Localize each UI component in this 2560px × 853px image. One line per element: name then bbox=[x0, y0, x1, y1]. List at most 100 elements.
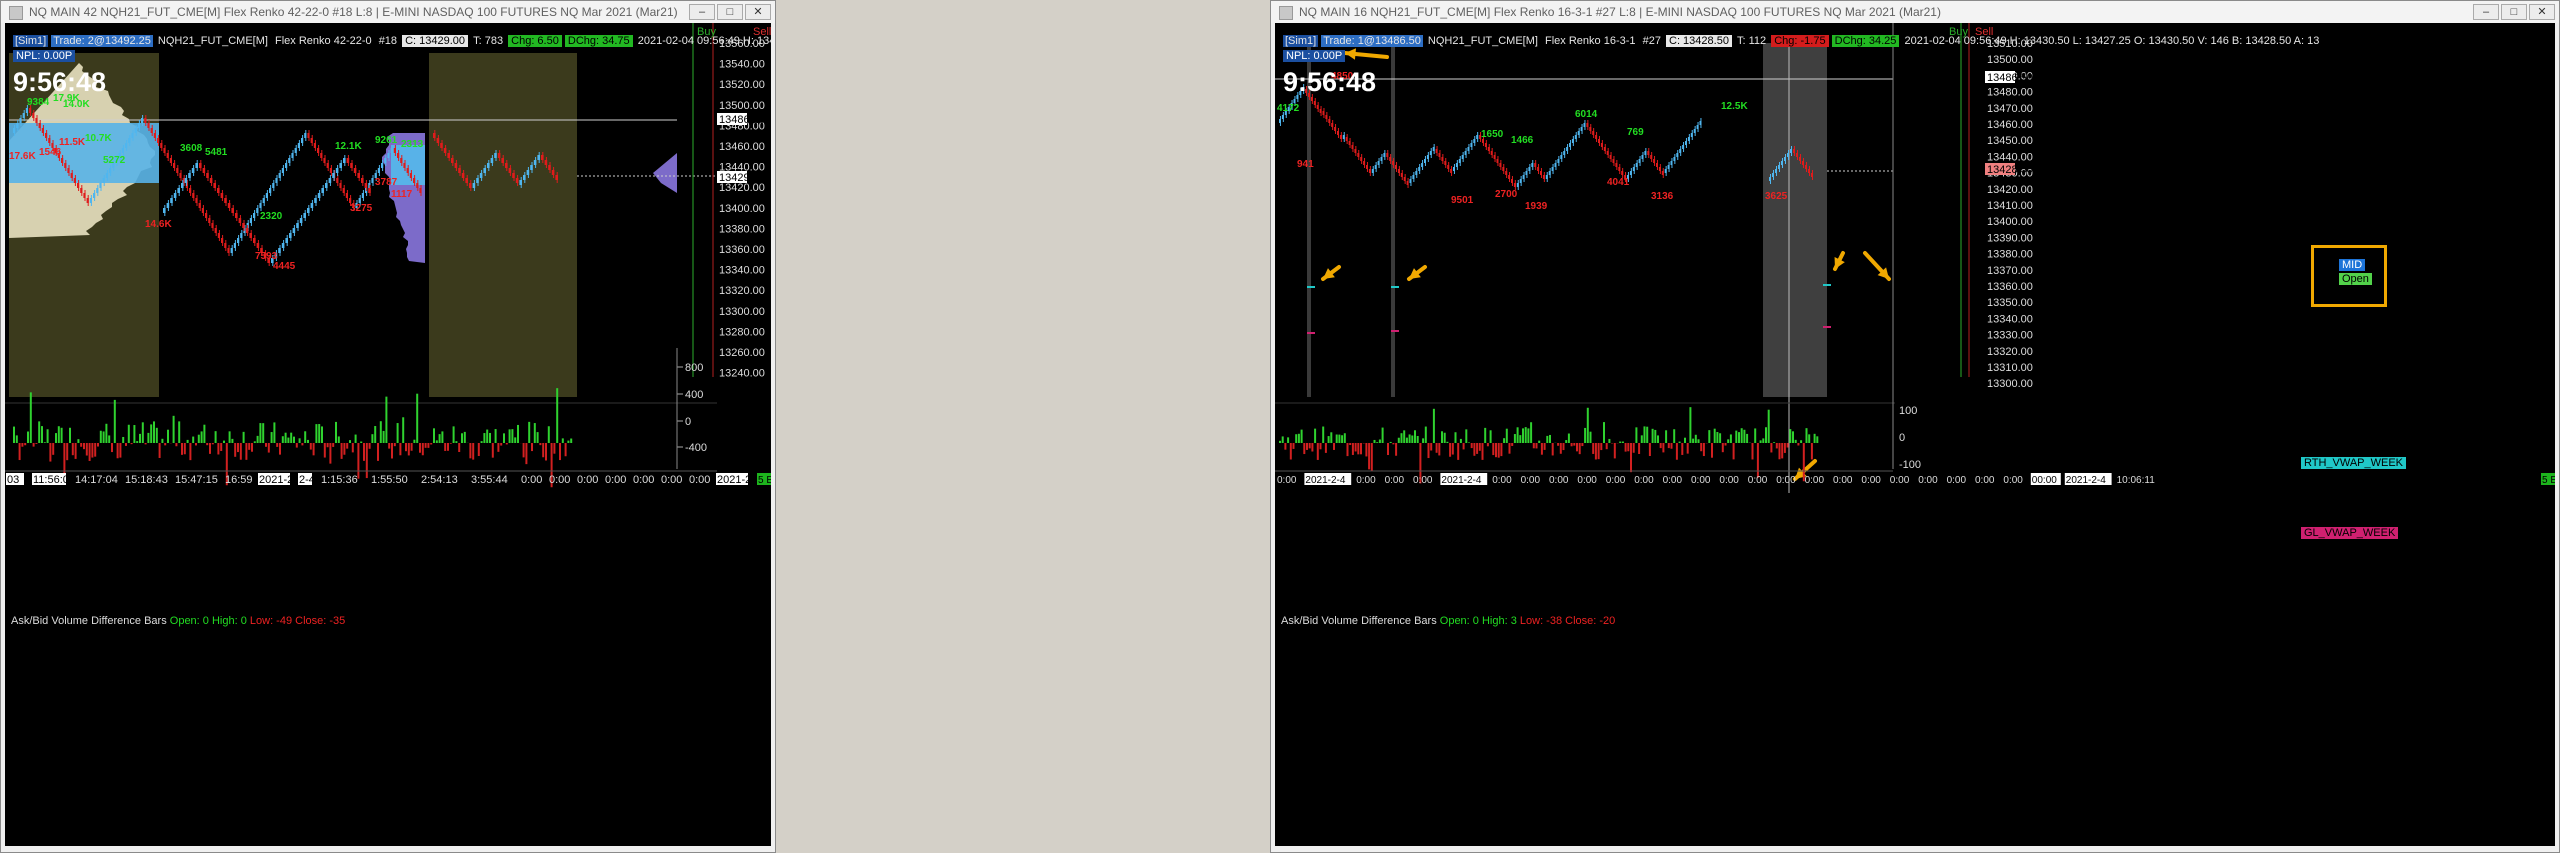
volume-diff-bar bbox=[421, 443, 424, 456]
volume-diff-bar bbox=[1354, 443, 1357, 452]
volume-diff-bar bbox=[158, 443, 161, 458]
volume-diff-bar bbox=[407, 443, 410, 456]
volume-diff-bar bbox=[1765, 427, 1767, 443]
volume-diff-bar bbox=[332, 443, 335, 447]
renko-brick bbox=[1348, 141, 1351, 145]
chart-plot-area[interactable]: BuySell13510.0013500.0013490.0013480.001… bbox=[1275, 23, 2555, 846]
renko-brick bbox=[131, 133, 134, 138]
time-label: 2021-2-4 bbox=[2066, 475, 2106, 486]
volume-diff-bar bbox=[337, 436, 340, 443]
volume-label: 9261 bbox=[375, 135, 398, 146]
volume-diff-bar bbox=[1449, 443, 1452, 457]
price-chart[interactable]: Buy Sell13560.0013540.0013520.0013500.001… bbox=[5, 23, 771, 846]
renko-brick bbox=[1560, 155, 1563, 159]
volume-diff-bar bbox=[1729, 434, 1732, 443]
volume-diff-bar bbox=[85, 443, 88, 456]
renko-brick bbox=[1598, 139, 1600, 143]
price-tick: 13340.00 bbox=[719, 265, 765, 277]
volume-diff-bar bbox=[1592, 443, 1595, 454]
volume-diff-bar bbox=[1600, 443, 1603, 451]
minimize-icon[interactable]: – bbox=[689, 4, 715, 20]
window-titlebar[interactable]: NQ MAIN 16 NQH21_FUT_CME[M] Flex Renko 1… bbox=[1271, 1, 2559, 23]
volume-diff-bar bbox=[99, 430, 102, 443]
volume-diff-bar bbox=[192, 436, 195, 443]
renko-brick bbox=[35, 118, 38, 123]
price-tick: 13300.00 bbox=[1987, 378, 2033, 390]
volume-diff-bar bbox=[1792, 431, 1794, 443]
sim-account[interactable]: [Sim1] bbox=[1283, 35, 1319, 47]
volume-diff-bar bbox=[304, 431, 307, 443]
renko-brick bbox=[1542, 175, 1545, 179]
sim-account[interactable]: [Sim1] bbox=[13, 35, 49, 47]
volume-diff-bar bbox=[125, 443, 127, 446]
volume-diff-bar bbox=[127, 424, 130, 443]
renko-brick bbox=[371, 178, 374, 183]
renko-brick bbox=[387, 153, 390, 158]
volume-label: 10.7K bbox=[85, 133, 112, 144]
change-value: Chg: 6.50 bbox=[508, 35, 562, 47]
renko-brick bbox=[501, 158, 504, 163]
minimize-icon[interactable]: – bbox=[2473, 4, 2499, 20]
renko-brick bbox=[1389, 157, 1392, 161]
volume-diff-bar bbox=[1646, 426, 1649, 443]
volume-diff-bar bbox=[528, 421, 531, 443]
price-tick: 13420.00 bbox=[1987, 184, 2033, 196]
time-label: 0:00 bbox=[1833, 475, 1853, 486]
window-titlebar[interactable]: NQ MAIN 42 NQH21_FUT_CME[M] Flex Renko 4… bbox=[1, 1, 775, 23]
volume-diff-bar bbox=[1797, 443, 1800, 446]
volume-diff-bar bbox=[1657, 435, 1659, 443]
renko-brick bbox=[1511, 179, 1513, 183]
renko-brick bbox=[227, 203, 231, 208]
lower-pane-title: Ask/Bid Volume Difference Bars Open: 0 H… bbox=[1281, 615, 1615, 627]
volume-diff-bar bbox=[1451, 443, 1454, 455]
renko-brick bbox=[1769, 177, 1771, 181]
time-label: 0:00 bbox=[577, 474, 598, 486]
volume-diff-bar bbox=[1746, 433, 1749, 443]
renko-brick bbox=[483, 168, 486, 173]
time-label: 15:18:43 bbox=[125, 474, 168, 486]
renko-brick bbox=[1653, 159, 1656, 163]
renko-brick bbox=[96, 188, 99, 193]
volume-diff-bar bbox=[256, 435, 259, 443]
volume-diff-bar bbox=[1395, 443, 1398, 456]
renko-brick bbox=[41, 128, 44, 133]
close-icon[interactable]: ✕ bbox=[2529, 4, 2555, 20]
renko-brick bbox=[1690, 133, 1693, 137]
volume-label: 4445 bbox=[273, 261, 296, 272]
renko-brick bbox=[304, 133, 307, 138]
chart-plot-area[interactable]: Buy Sell 13560.00 13540.00 13520.00 13500.00 1… bbox=[5, 23, 771, 846]
volume-diff-bar bbox=[1470, 443, 1473, 449]
renko-brick bbox=[256, 208, 259, 213]
time-label: 0:00 bbox=[1577, 475, 1597, 486]
price-tick: 13440.00 bbox=[1987, 151, 2033, 163]
price-chart[interactable]: BuySell13510.0013500.0013490.0013480.001… bbox=[1275, 23, 2555, 846]
renko-brick bbox=[1545, 175, 1548, 179]
volume-diff-bar bbox=[533, 423, 536, 443]
time-label: 0:00 bbox=[1691, 475, 1711, 486]
renko-brick bbox=[1487, 147, 1490, 151]
renko-brick bbox=[403, 163, 406, 168]
volume-diff-bar bbox=[374, 426, 377, 443]
volume-diff-bar bbox=[346, 443, 349, 449]
volume-diff-bar bbox=[1446, 441, 1449, 443]
maximize-icon[interactable]: □ bbox=[2501, 4, 2527, 20]
volume-diff-bar bbox=[1297, 433, 1300, 443]
volume-diff-bar bbox=[1713, 428, 1716, 443]
renko-brick bbox=[99, 183, 102, 188]
renko-brick bbox=[198, 203, 201, 208]
volume-diff-bar bbox=[1624, 443, 1627, 452]
volume-diff-bar bbox=[1476, 443, 1479, 454]
volume-diff-bar bbox=[494, 429, 497, 443]
renko-brick bbox=[1484, 143, 1487, 147]
volume-label: 3625 bbox=[1765, 191, 1788, 202]
volume-diff-bar bbox=[497, 443, 500, 452]
maximize-icon[interactable]: □ bbox=[717, 4, 743, 20]
time-label: 10:06:11 bbox=[2117, 475, 2156, 486]
volume-diff-bar bbox=[542, 443, 545, 458]
volume-diff-bar bbox=[298, 438, 301, 443]
renko-brick bbox=[1409, 179, 1412, 183]
volume-diff-bar bbox=[1643, 426, 1646, 443]
chart-window-left[interactable]: NQ MAIN 42 NQH21_FUT_CME[M] Flex Renko 4… bbox=[0, 0, 776, 853]
chart-window-secondary[interactable]: NQ MAIN 16 NQH21_FUT_CME[M] Flex Renko 1… bbox=[1270, 0, 2560, 853]
close-icon[interactable]: ✕ bbox=[745, 4, 771, 20]
